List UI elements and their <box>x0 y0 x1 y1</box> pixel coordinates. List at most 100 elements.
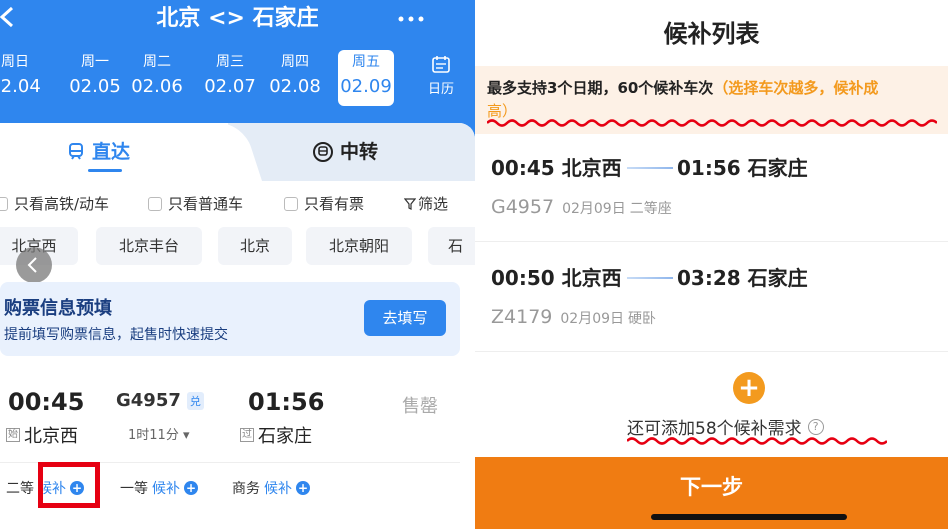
depart-info: 00:50 北京西 <box>491 266 622 290</box>
start-tag: 始 <box>6 428 20 442</box>
plus-icon: + <box>296 481 310 495</box>
calendar-button[interactable]: 日历 <box>418 54 464 97</box>
transfer-icon <box>313 142 333 162</box>
waitlist-item[interactable]: 00:50 北京西 03:28 石家庄 Z4179 02月09日 硬卧 <box>475 244 948 352</box>
wavy-underline <box>627 437 887 445</box>
train-number: G4957 兑 <box>116 390 204 411</box>
seat-business-class[interactable]: 商务 候补 + <box>232 478 310 498</box>
caret-down-icon: ▾ <box>182 428 190 443</box>
date-label: 02.04 <box>0 76 41 97</box>
from-station-label: 北京西 <box>24 426 78 447</box>
item-details: G4957 02月09日 二等座 <box>491 196 672 218</box>
to-station: 过 石家庄 <box>240 422 312 448</box>
help-icon[interactable]: ? <box>807 418 824 435</box>
seat-class-label: 二等 <box>6 481 34 497</box>
depart-time: 00:45 <box>8 388 85 416</box>
filter-button[interactable]: 筛选 <box>404 191 448 217</box>
tab-direct[interactable]: 直达 <box>66 137 130 167</box>
highlight-box <box>38 462 100 508</box>
tab-transfer[interactable]: 中转 <box>312 137 378 167</box>
pass-tag: 过 <box>240 428 254 442</box>
duration-label: 1时11分 <box>128 428 179 443</box>
chevron-left-icon <box>27 257 37 273</box>
weekday-label: 周日 <box>1 54 29 70</box>
to-station-label: 石家庄 <box>258 426 312 447</box>
waitlist-item[interactable]: 00:45 北京西 01:56 石家庄 G4957 02月09日 二等座 <box>475 134 948 242</box>
plus-icon: + <box>184 481 198 495</box>
waitlist-label: 候补 <box>152 481 180 497</box>
arrive-info: 01:56 石家庄 <box>677 156 808 180</box>
notice-highlight: （选择车次越多，候补成 <box>713 79 879 97</box>
route-arrow <box>627 277 673 279</box>
notice-main: 最多支持3个日期，60个候补车次 <box>487 79 714 97</box>
date-label: 02.06 <box>131 76 183 97</box>
duration[interactable]: 1时11分 ▾ <box>128 424 190 443</box>
fill-in-button[interactable]: 去填写 <box>364 300 446 336</box>
seat-type: 硬卧 <box>628 311 657 327</box>
weekday-label: 周五 <box>352 54 380 70</box>
date-label: 02.08 <box>269 76 321 97</box>
scroll-back-button[interactable] <box>16 247 52 283</box>
station-chip[interactable]: 石 <box>428 227 475 265</box>
station-chip[interactable]: 北京 <box>218 227 292 265</box>
travel-date: 02月09日 <box>562 201 626 217</box>
train-icon <box>69 143 83 160</box>
notice-text: 最多支持3个日期，60个候补车次（选择车次越多，候补成 <box>487 78 948 98</box>
item-details: Z4179 02月09日 硬卧 <box>491 306 656 328</box>
tab-active-indicator <box>88 169 122 172</box>
filter-available[interactable]: 只看有票 <box>284 191 364 217</box>
prefill-banner: 购票信息预填 提前填写购票信息，起售时快速提交 去填写 <box>0 282 460 356</box>
checkbox-icon <box>148 197 162 211</box>
depart-info: 00:45 北京西 <box>491 156 622 180</box>
station-chip[interactable]: 北京丰台 <box>96 227 202 265</box>
banner-subtitle: 提前填写购票信息，起售时快速提交 <box>4 327 228 343</box>
status-badge: 售罄 <box>402 396 438 417</box>
filter-bar: 只看高铁/动车 只看普通车 只看有票 筛选 <box>0 191 475 217</box>
seat-class-label: 商务 <box>232 481 260 497</box>
waitlist-label: 候补 <box>264 481 292 497</box>
tab-direct-background <box>0 123 262 181</box>
filter-normal-train[interactable]: 只看普通车 <box>148 191 243 217</box>
page-title: 候补列表 <box>663 20 760 48</box>
date-item[interactable]: 周四 02.08 <box>262 50 328 106</box>
home-indicator <box>651 514 847 520</box>
date-label: 02.09 <box>340 76 392 97</box>
filter-button-label: 筛选 <box>418 195 449 213</box>
train-number-label: G4957 <box>116 390 181 411</box>
seat-first-class[interactable]: 一等 候补 + <box>120 478 198 498</box>
train-list-panel: 北京 <> 石家庄 周日 02.04 周一 02.05 周二 02.06 周三 … <box>0 0 475 529</box>
filter-label: 只看高铁/动车 <box>14 195 110 213</box>
filter-label: 只看有票 <box>304 195 365 213</box>
route-arrow <box>627 167 673 169</box>
from-station: 始 北京西 <box>6 422 78 448</box>
filter-high-speed[interactable]: 只看高铁/动车 <box>0 191 109 217</box>
weekday-label: 周二 <box>143 54 171 70</box>
date-item[interactable]: 周日 02.04 <box>0 50 48 106</box>
date-item[interactable]: 周三 02.07 <box>197 50 263 106</box>
date-item[interactable]: 周一 02.05 <box>62 50 128 106</box>
travel-date: 02月09日 <box>560 311 625 327</box>
banner-title: 购票信息预填 <box>4 298 112 319</box>
weekday-label: 周一 <box>81 54 109 70</box>
weekday-label: 周四 <box>281 54 309 70</box>
tab-direct-label: 直达 <box>92 141 131 163</box>
station-chip[interactable]: 北京朝阳 <box>306 227 412 265</box>
date-selector: 周日 02.04 周一 02.05 周二 02.06 周三 02.07 周四 0… <box>0 50 475 106</box>
train-card[interactable]: 00:45 G4957 兑 1时11分 ▾ 01:56 售罄 始 北京西 过 石… <box>0 370 460 529</box>
calendar-label: 日历 <box>427 82 454 97</box>
tab-transfer-label: 中转 <box>340 141 379 163</box>
checkbox-icon <box>0 197 8 211</box>
calendar-icon <box>432 56 450 73</box>
date-item[interactable]: 周二 02.06 <box>124 50 190 106</box>
exchange-badge: 兑 <box>186 391 204 410</box>
arrive-time: 01:56 <box>248 388 325 416</box>
more-icon[interactable] <box>396 14 426 24</box>
add-waitlist-button[interactable]: + <box>733 372 765 404</box>
funnel-icon <box>404 198 416 210</box>
station-chips: 北京西 北京丰台 北京 北京朝阳 石 <box>0 227 475 267</box>
wavy-underline <box>487 119 937 127</box>
seat-class-label: 一等 <box>120 481 148 497</box>
waitlist-panel: 候补列表 最多支持3个日期，60个候补车次（选择车次越多，候补成 高） 00:4… <box>475 0 948 529</box>
train-number: Z4179 <box>491 306 553 328</box>
date-item-selected[interactable]: 周五 02.09 <box>338 50 394 106</box>
